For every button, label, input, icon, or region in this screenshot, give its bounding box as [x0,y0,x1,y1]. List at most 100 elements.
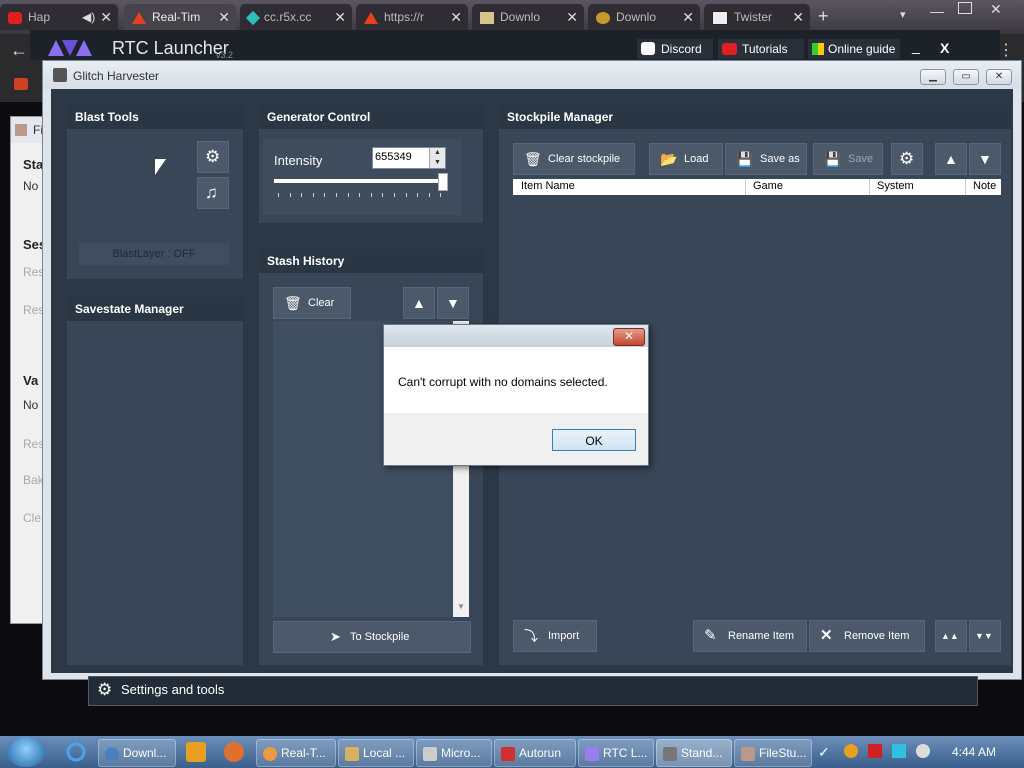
chrome-icon [105,746,119,761]
blast-layer-toggle[interactable]: BlastLayer : OFF [79,243,229,265]
column-header-note[interactable]: Note [973,180,996,192]
close-tab-icon[interactable]: ✕ [682,4,694,30]
tab-list-icon[interactable]: ▾ [900,8,906,21]
clear-stockpile-button[interactable]: 🗑 Clear stockpile [513,143,635,175]
launcher-minimize-button[interactable]: _ [912,38,920,54]
taskbar-item[interactable]: RTC L... [578,739,654,767]
bg-item[interactable]: Cle [23,511,41,525]
browser-tab-1[interactable]: Hap ◀) ✕ [0,4,118,30]
youtube-icon [722,43,737,55]
close-browser-icon[interactable]: ✕ [990,1,1002,18]
new-tab-button[interactable]: + [818,6,829,27]
spinner-arrows-icon[interactable]: ▲ ▼ [429,148,445,168]
column-header-system[interactable]: System [877,180,914,192]
bg-section-label: Va [23,373,39,388]
taskbar-item[interactable]: FileStu... [734,739,812,767]
bookmark-folder-icon[interactable] [14,78,28,90]
bg-item[interactable]: Bak [23,473,44,487]
column-header-item-name[interactable]: Item Name [521,180,575,192]
internet-explorer-icon[interactable] [66,742,86,762]
slider-tick [417,193,419,197]
save-as-button[interactable]: 💾 Save as [725,143,807,175]
taskbar-item-label: RTC L... [603,746,648,760]
music-button[interactable]: ♫ [197,177,229,209]
maximize-browser-icon[interactable] [958,2,972,14]
intensity-input[interactable]: 655349 ▲ ▼ [372,147,446,169]
chrome-icon [263,746,277,761]
launcher-title: RTC Launcher [112,38,229,58]
intensity-slider-thumb[interactable] [437,173,448,191]
maximize-button[interactable]: ▭ [953,69,979,85]
intensity-slider-track[interactable] [274,179,446,183]
stockpile-move-up-button[interactable]: ▲ [935,143,967,175]
taskbar-item[interactable]: Micro... [416,739,492,767]
stockpile-move-down-button[interactable]: ▼ [969,143,1001,175]
online-guide-button[interactable]: Online guide [808,39,900,59]
taskbar-item[interactable]: Autorun [494,739,576,767]
settings-and-tools-bar[interactable]: ⚙ Settings and tools [88,676,978,706]
settings-and-tools-label: Settings and tools [121,682,225,697]
rtc-launcher-bar: RTC Launcher v3.2 Discord Tutorials Onli… [30,30,1000,60]
taskbar-item[interactable]: Local ... [338,739,414,767]
save-button[interactable]: 💾 Save [813,143,883,175]
minimize-button[interactable]: ▁ [920,69,946,85]
move-to-bottom-button[interactable]: ▼▼ [969,620,1001,652]
blast-settings-button[interactable]: ⚙ [197,141,229,173]
clear-stash-button[interactable]: 🗑 Clear [273,287,351,319]
close-button[interactable]: ✕ [986,69,1012,85]
slider-tick [405,193,407,197]
taskbar-item[interactable]: Real-T... [256,739,336,767]
dialog-close-button[interactable]: ✕ [613,328,645,346]
tray-record-icon[interactable] [916,744,930,758]
back-arrow-icon[interactable]: ← [10,40,28,61]
scroll-down-icon[interactable]: ▼ [457,602,465,611]
app-icon[interactable] [224,742,244,762]
ok-button[interactable]: OK [552,429,636,451]
tray-search-icon[interactable] [844,744,858,758]
double-arrow-up-icon: ▲▲ [941,631,959,641]
stash-move-up-button[interactable]: ▲ [403,287,435,319]
globe-favicon-icon [596,11,610,24]
tray-check-icon[interactable]: ✓ [818,744,832,760]
generator-heading: Generator Control [259,105,483,129]
to-stockpile-button[interactable]: ➤ To Stockpile [273,621,471,653]
tutorials-button[interactable]: Tutorials [718,39,804,59]
close-tab-icon[interactable]: ✕ [334,4,346,30]
minimize-browser-icon[interactable]: — [930,3,944,19]
taskbar-item[interactable]: Stand... [656,739,732,767]
rename-item-button[interactable]: ✎ Rename Item [693,620,807,652]
media-player-icon[interactable] [186,742,206,762]
menu-dots-icon[interactable]: ⋮ [998,40,1014,60]
stockpile-settings-button[interactable]: ⚙ [891,143,923,175]
start-button[interactable] [6,737,46,767]
discord-button[interactable]: Discord [637,39,713,59]
close-tab-icon[interactable]: ✕ [450,4,462,30]
launcher-close-button[interactable]: X [940,40,949,56]
taskbar-item[interactable]: Downl... [98,739,176,767]
close-tab-icon[interactable]: ✕ [100,4,112,30]
browser-tab-7[interactable]: Twister ✕ [704,4,810,30]
clear-label: Clear [308,297,335,309]
remove-item-button[interactable]: ✕ Remove Item [809,620,925,652]
slider-tick [394,193,395,197]
load-button[interactable]: 📂 Load [649,143,723,175]
stash-move-down-button[interactable]: ▼ [437,287,469,319]
browser-tab-5[interactable]: Downlo ✕ [472,4,584,30]
tray-flag-icon[interactable] [868,744,882,758]
browser-tab-2[interactable]: Real-Tim ✕ [124,4,236,30]
browser-tab-label: Downlo [616,10,657,24]
slider-tick [289,193,291,197]
browser-tab-3[interactable]: cc.r5x.cc ✕ [240,4,352,30]
column-header-game[interactable]: Game [753,180,783,192]
close-tab-icon[interactable]: ✕ [218,4,230,30]
close-tab-icon[interactable]: ✕ [792,4,804,30]
close-tab-icon[interactable]: ✕ [566,4,578,30]
dialog-message: Can't corrupt with no domains selected. [398,375,608,389]
import-label: Import [548,630,580,642]
import-button[interactable]: ⤵ Import [513,620,597,652]
browser-tab-6[interactable]: Downlo ✕ [588,4,700,30]
move-to-top-button[interactable]: ▲▲ [935,620,967,652]
window-icon [15,124,27,136]
tray-monitor-icon[interactable] [892,744,906,758]
browser-tab-4[interactable]: https://r ✕ [356,4,468,30]
